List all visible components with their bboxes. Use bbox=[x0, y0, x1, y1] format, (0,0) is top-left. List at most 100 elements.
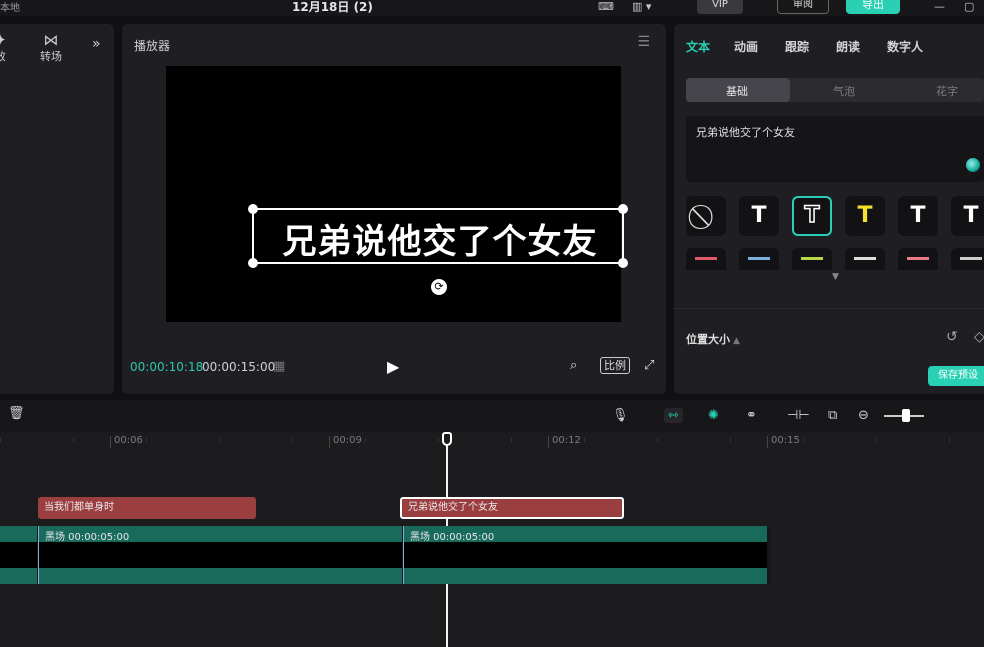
link-icon[interactable]: ⚭ bbox=[746, 408, 757, 423]
video-clip[interactable] bbox=[0, 526, 37, 584]
timeline[interactable]: 00:06 00:09 00:12 00:15 当我们都单身时 兄弟说他交了个女友 黑场 0… bbox=[0, 432, 984, 647]
delete-icon[interactable]: 🗑 bbox=[8, 406, 25, 421]
tab-read-aloud[interactable]: 朗读 bbox=[836, 38, 860, 55]
ruler-tick bbox=[767, 436, 768, 448]
ruler-label: 00:15 bbox=[771, 435, 800, 446]
keyframe-icon[interactable]: ◇ bbox=[974, 329, 984, 345]
review-button[interactable]: 审阅 bbox=[777, 0, 829, 14]
preset-swatch bbox=[854, 257, 876, 260]
text-style-preset[interactable]: T bbox=[898, 196, 938, 236]
preview-axis-icon[interactable]: ⧉ bbox=[828, 408, 837, 423]
position-size-label: 位置大小 bbox=[686, 333, 730, 346]
fullscreen-icon[interactable]: ⤢ bbox=[644, 358, 654, 373]
text-style-preset[interactable] bbox=[951, 248, 984, 270]
ratio-button[interactable]: 比例 bbox=[600, 357, 630, 374]
text-input[interactable]: 兄弟说他交了个女友 bbox=[686, 116, 984, 182]
clip-thumbnail-strip bbox=[404, 542, 767, 568]
minimize-icon[interactable]: — bbox=[934, 0, 945, 14]
microphone-icon[interactable]: 🎙 bbox=[612, 408, 629, 423]
left-panel: ✦ 效 ⋈ 转场 » bbox=[0, 24, 114, 394]
tab-tracking[interactable]: 跟踪 bbox=[785, 38, 809, 55]
expand-arrow-icon[interactable]: ▼ bbox=[832, 272, 839, 282]
rotate-icon[interactable]: ⟳ bbox=[431, 279, 447, 295]
grid-icon[interactable]: ▦ bbox=[273, 359, 285, 374]
maximize-icon[interactable]: ▢ bbox=[964, 0, 974, 14]
subtab-basic[interactable]: 基础 bbox=[726, 83, 748, 99]
total-timecode: 00:00:15:00 bbox=[202, 360, 276, 374]
inspector-panel: 文本 动画 跟踪 朗读 数字人 基础 气泡 花字 兄弟说他交了个女友 ▼ 位置大… bbox=[674, 24, 984, 394]
text-style-preset[interactable] bbox=[845, 248, 885, 270]
preset-swatch bbox=[907, 257, 929, 260]
resize-handle-br[interactable] bbox=[618, 258, 628, 268]
ai-assistant-icon[interactable] bbox=[966, 158, 980, 172]
main-track-magnet-icon[interactable]: ⇿ bbox=[664, 408, 683, 423]
zoom-slider-knob[interactable] bbox=[902, 409, 910, 422]
ruler-minor-tick bbox=[365, 438, 366, 442]
ruler-minor-tick bbox=[511, 438, 512, 442]
preset-glyph: T bbox=[857, 203, 873, 228]
ruler-minor-tick bbox=[0, 438, 1, 442]
tab-transition-label: 转场 bbox=[40, 50, 62, 63]
save-preset-button[interactable]: 保存预设 bbox=[928, 366, 984, 386]
preset-swatch bbox=[695, 257, 717, 260]
player-panel: 播放器 ☰ 兄弟说他交了个女友 ⟳ 00:00:10:18 00:00:15:0… bbox=[122, 24, 666, 394]
ruler-minor-tick bbox=[730, 438, 731, 442]
text-style-preset[interactable]: T bbox=[739, 196, 779, 236]
text-clip[interactable]: 兄弟说他交了个女友 bbox=[400, 497, 624, 519]
tab-transition[interactable]: ⋈ 转场 bbox=[40, 32, 62, 64]
tab-effects-label: 效 bbox=[0, 50, 6, 63]
subtab-bubble[interactable]: 气泡 bbox=[833, 83, 855, 99]
text-style-preset[interactable] bbox=[686, 248, 726, 270]
current-timecode: 00:00:10:18 bbox=[130, 360, 204, 374]
position-size-section[interactable]: 位置大小 ▲ bbox=[686, 331, 740, 347]
video-preview[interactable]: 兄弟说他交了个女友 ⟳ bbox=[166, 66, 628, 322]
tab-effects[interactable]: ✦ 效 bbox=[0, 32, 7, 64]
video-clip[interactable]: 黑场 00:00:05:00 bbox=[38, 526, 402, 584]
menu-icon[interactable]: ☰ bbox=[637, 34, 650, 50]
play-icon[interactable]: ▶ bbox=[387, 357, 399, 376]
text-style-preset[interactable]: T bbox=[951, 196, 984, 236]
preset-glyph: T bbox=[804, 202, 821, 229]
export-button[interactable]: 导出 bbox=[846, 0, 900, 14]
vip-badge[interactable]: VIP bbox=[697, 0, 743, 14]
ruler-minor-tick bbox=[438, 438, 439, 442]
auto-snap-icon[interactable]: ✺ bbox=[708, 408, 719, 423]
caption-selection-box[interactable]: 兄弟说他交了个女友 bbox=[248, 204, 628, 268]
double-chevron-right-icon[interactable]: » bbox=[92, 36, 101, 52]
sparkle-icon: ✦ bbox=[0, 31, 7, 49]
text-input-value: 兄弟说他交了个女友 bbox=[696, 126, 795, 139]
text-style-preset[interactable] bbox=[898, 248, 938, 270]
zoom-view-icon[interactable]: ⌕ bbox=[570, 358, 577, 373]
ruler-tick bbox=[110, 436, 111, 448]
layout-icon[interactable]: ▥ ▾ bbox=[632, 0, 651, 14]
text-style-preset[interactable] bbox=[739, 248, 779, 270]
split-icon[interactable]: ⊣⊢ bbox=[787, 408, 810, 423]
resize-handle-tl[interactable] bbox=[248, 204, 258, 214]
zoom-out-icon[interactable]: ⊖ bbox=[858, 408, 869, 423]
ruler-minor-tick bbox=[146, 438, 147, 442]
text-style-preset[interactable]: T bbox=[792, 196, 832, 236]
tab-text[interactable]: 文本 bbox=[686, 38, 710, 55]
tab-digital-human[interactable]: 数字人 bbox=[887, 38, 923, 55]
ruler-minor-tick bbox=[803, 438, 804, 442]
tab-animation[interactable]: 动画 bbox=[734, 38, 758, 55]
resize-handle-bl[interactable] bbox=[248, 258, 258, 268]
ruler-label: 00:12 bbox=[552, 435, 581, 446]
preset-none[interactable]: ⃠ bbox=[686, 196, 726, 236]
top-bar: 本地 12月18日 (2) ⌨ ▥ ▾ VIP 审阅 导出 — ▢ bbox=[0, 0, 984, 16]
subtab-fancy-text[interactable]: 花字 bbox=[936, 83, 958, 99]
reset-icon[interactable]: ↺ bbox=[946, 329, 958, 345]
caption-text[interactable]: 兄弟说他交了个女友 bbox=[254, 214, 626, 263]
text-clip[interactable]: 当我们都单身时 bbox=[38, 497, 256, 519]
text-style-preset[interactable]: T bbox=[845, 196, 885, 236]
ruler-minor-tick bbox=[876, 438, 877, 442]
chevron-up-icon: ▲ bbox=[733, 336, 740, 346]
keyboard-icon[interactable]: ⌨ bbox=[598, 0, 614, 14]
clip-thumbnail-strip bbox=[39, 542, 402, 568]
export-label: 导出 bbox=[862, 0, 884, 11]
playhead-handle[interactable] bbox=[442, 432, 452, 446]
resize-handle-tr[interactable] bbox=[618, 204, 628, 214]
text-style-preset[interactable] bbox=[792, 248, 832, 270]
video-clip[interactable]: 黑场 00:00:05:00 bbox=[403, 526, 767, 584]
ruler-tick bbox=[548, 436, 549, 448]
